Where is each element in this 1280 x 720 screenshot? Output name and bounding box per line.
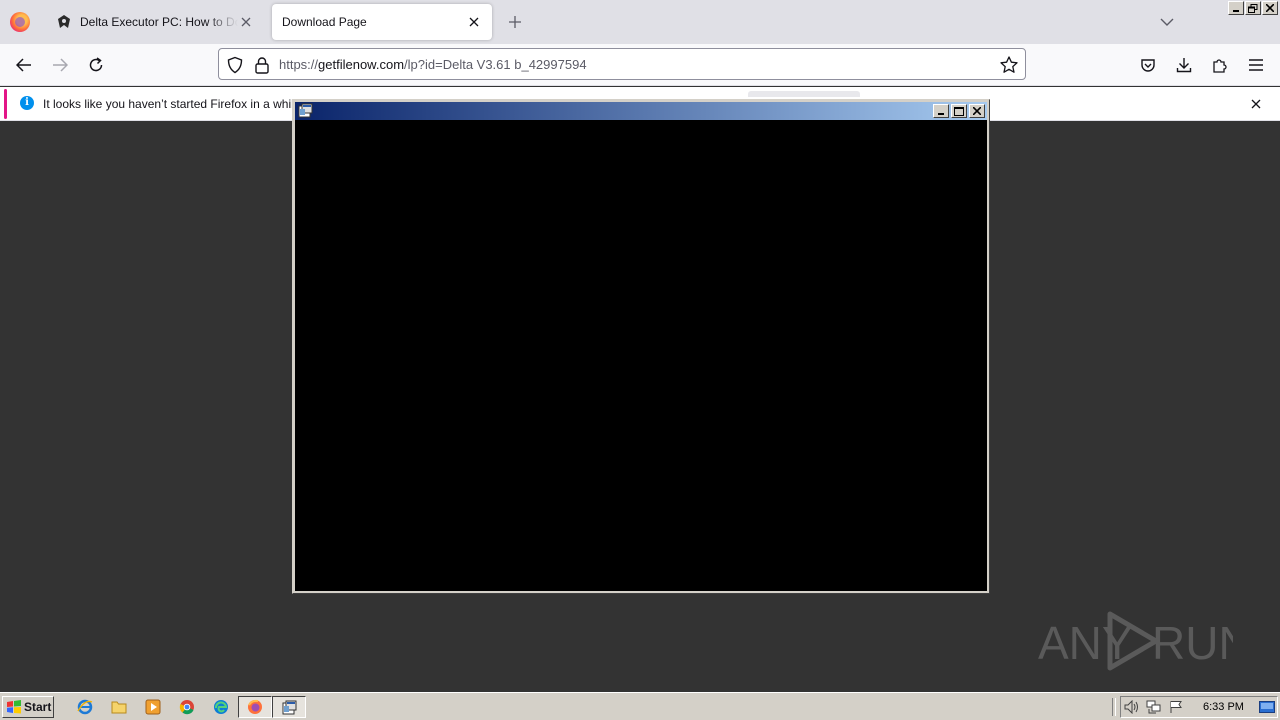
maximize-icon[interactable] [951, 104, 967, 118]
tab-title: Download Page [282, 15, 367, 29]
folder-icon[interactable] [102, 696, 136, 718]
address-bar[interactable]: https://getfilenow.com/lp?id=Delta V3.61… [218, 48, 1026, 80]
url-text[interactable]: https://getfilenow.com/lp?id=Delta V3.61… [279, 57, 587, 72]
show-desktop-icon[interactable] [1259, 701, 1275, 713]
back-arrow-icon[interactable] [12, 53, 36, 77]
tracking-protection-shield-icon[interactable] [226, 56, 244, 74]
new-tab-plus-icon[interactable] [505, 12, 525, 32]
action-center-flag-icon[interactable] [1165, 698, 1187, 716]
notification-message: It looks like you haven’t started Firefo… [43, 97, 316, 111]
tab-strip: Delta Executor PC: How to Download Downl… [0, 0, 1280, 44]
tray-separator [1112, 698, 1116, 716]
downloads-icon[interactable] [1172, 53, 1196, 77]
watermark-right-text: RUN [1152, 617, 1233, 669]
anyrun-watermark-logo: ANY RUN [1038, 611, 1233, 671]
firefox-icon[interactable] [238, 696, 272, 718]
site-favicon-icon [56, 14, 72, 30]
network-icon[interactable] [1143, 698, 1165, 716]
media-player-icon[interactable] [136, 696, 170, 718]
chrome-icon[interactable] [170, 696, 204, 718]
console-titlebar[interactable] [295, 102, 987, 120]
navigation-toolbar: https://getfilenow.com/lp?id=Delta V3.61… [0, 44, 1280, 86]
url-host: getfilenow.com [318, 57, 405, 72]
minimize-window-icon[interactable] [1228, 1, 1244, 15]
info-icon: i [20, 96, 34, 110]
console-app-taskbar-icon[interactable] [272, 696, 306, 718]
restore-window-icon[interactable] [1245, 1, 1261, 15]
pocket-icon[interactable] [1136, 53, 1160, 77]
lock-icon[interactable] [254, 56, 270, 74]
tab-delta-executor[interactable]: Delta Executor PC: How to Download [46, 4, 264, 40]
taskbar: Start 6:33 PM [0, 692, 1280, 720]
tab-title: Delta Executor PC: How to Download [80, 15, 238, 29]
hamburger-menu-icon[interactable] [1244, 53, 1268, 77]
firefox-logo-icon[interactable] [10, 12, 30, 32]
windows-flag-icon [7, 700, 21, 714]
close-notification-icon[interactable] [1248, 96, 1264, 112]
clock[interactable]: 6:33 PM [1203, 701, 1244, 713]
tab-download-page[interactable]: Download Page [272, 4, 492, 40]
close-tab-icon[interactable] [238, 14, 254, 30]
extensions-puzzle-icon[interactable] [1208, 53, 1232, 77]
console-window[interactable] [292, 99, 990, 594]
edge-icon[interactable] [204, 696, 238, 718]
bookmark-star-icon[interactable] [999, 55, 1019, 75]
start-label: Start [24, 700, 52, 714]
console-output-area[interactable] [295, 120, 987, 591]
volume-icon[interactable] [1121, 698, 1143, 716]
close-tab-icon[interactable] [466, 14, 482, 30]
internet-explorer-icon[interactable] [68, 696, 102, 718]
system-tray: 6:33 PM [1120, 696, 1278, 718]
start-button[interactable]: Start [2, 696, 54, 718]
close-icon[interactable] [969, 104, 985, 118]
url-path: /lp?id=Delta V3.61 b_42997594 [404, 57, 587, 72]
url-scheme: https:// [279, 57, 319, 72]
minimize-icon[interactable] [933, 104, 949, 118]
quick-launch [68, 696, 306, 718]
window-caption-buttons [1228, 1, 1278, 15]
reload-icon[interactable] [84, 53, 108, 77]
console-app-icon[interactable] [298, 103, 313, 118]
forward-arrow-icon[interactable] [48, 53, 72, 77]
notification-action-button[interactable] [748, 91, 860, 97]
close-window-icon[interactable] [1262, 1, 1278, 15]
console-caption-buttons [933, 104, 985, 118]
list-all-tabs-chevron-icon[interactable] [1157, 12, 1177, 32]
